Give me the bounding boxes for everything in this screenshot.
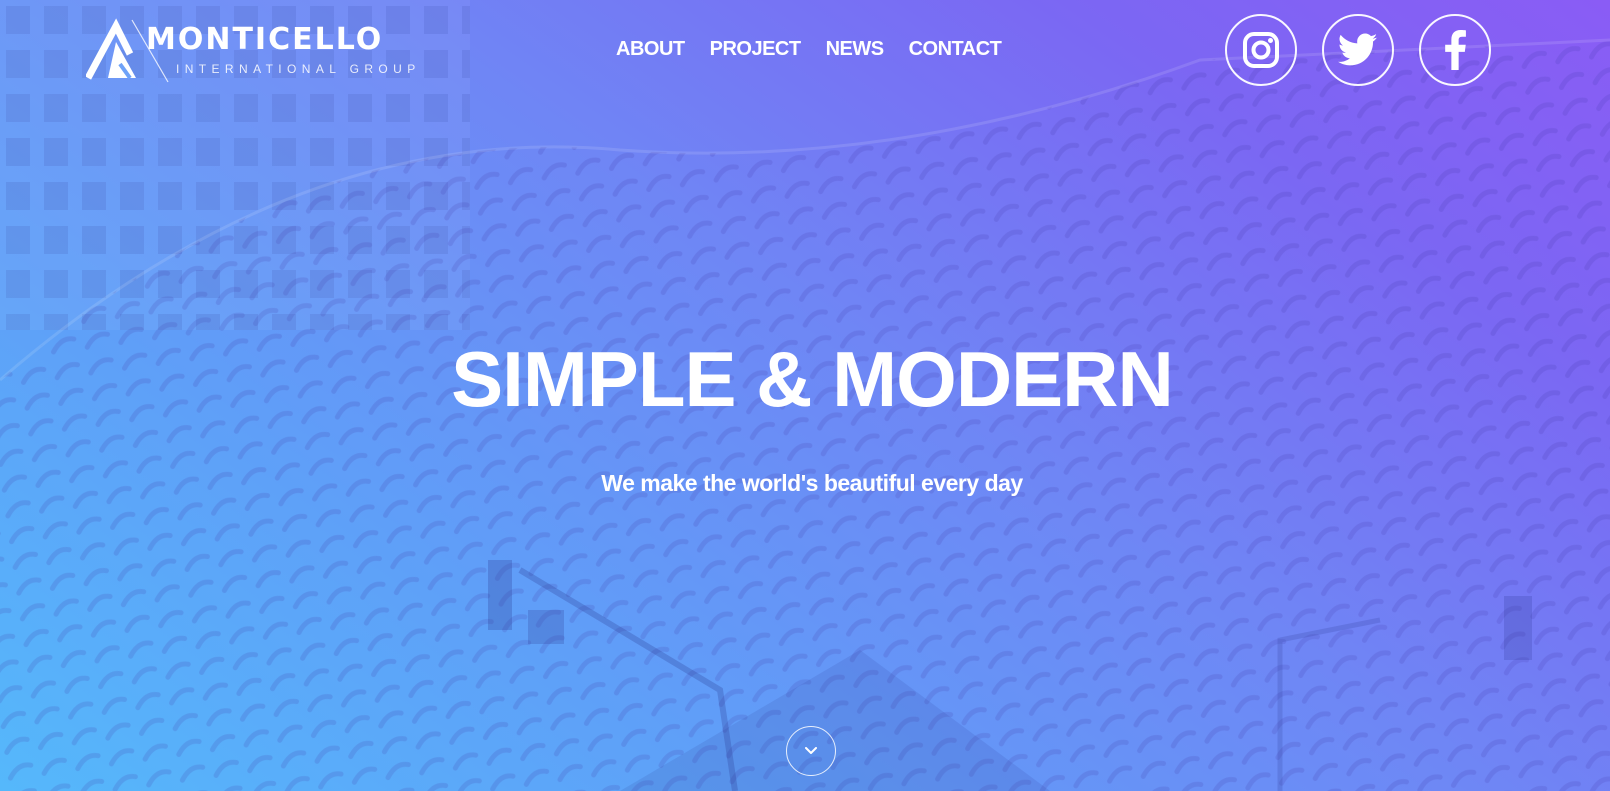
nav-item-contact[interactable]: CONTACT <box>909 38 1002 61</box>
twitter-link[interactable] <box>1322 14 1394 86</box>
instagram-link[interactable] <box>1225 14 1297 86</box>
brand-name: MONTICELLO <box>146 22 384 57</box>
instagram-icon <box>1243 32 1279 68</box>
hero-tagline: We make the world's beautiful every day <box>601 470 1023 496</box>
nav-item-news[interactable]: NEWS <box>826 38 885 61</box>
scroll-down-button[interactable] <box>786 726 836 776</box>
nav-item-project[interactable]: PROJECT <box>710 38 801 61</box>
brand-subtitle: INTERNATIONAL GROUP <box>176 62 421 76</box>
facebook-link[interactable] <box>1419 14 1491 86</box>
site-header: MONTICELLO INTERNATIONAL GROUP ABOUT PRO… <box>0 0 1610 100</box>
chevron-down-icon <box>805 747 817 754</box>
social-links <box>1225 14 1491 86</box>
main-nav: ABOUT PROJECT NEWS CONTACT <box>616 38 1002 61</box>
facebook-icon <box>1445 30 1466 70</box>
nav-item-about[interactable]: ABOUT <box>616 38 685 61</box>
brand-logo[interactable]: MONTICELLO INTERNATIONAL GROUP <box>86 14 415 84</box>
hero-headline: SIMPLE & MODERN <box>451 335 1174 423</box>
hero-section: MONTICELLO INTERNATIONAL GROUP ABOUT PRO… <box>0 0 1610 791</box>
twitter-icon <box>1338 33 1378 66</box>
